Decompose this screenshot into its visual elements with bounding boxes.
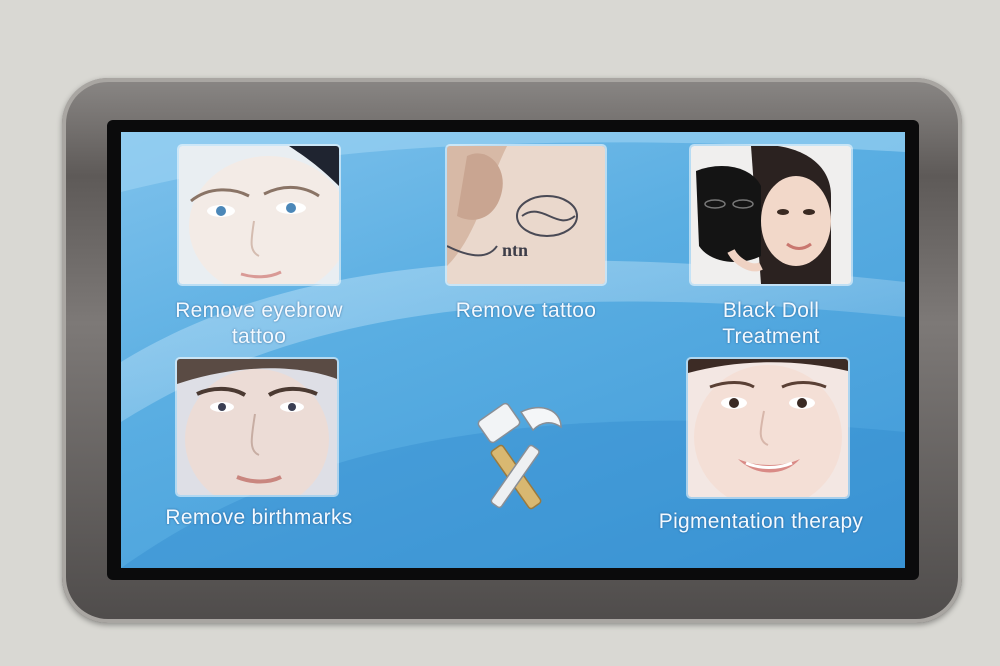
- menu-item-pigmentation-therapy[interactable]: Pigmentation therapy: [626, 359, 901, 544]
- face-photo: [177, 359, 337, 495]
- menu-item-label: Remove tattoo: [455, 299, 597, 322]
- device-panel: Remove eyebrow tattoo ntn Remove tattoo: [62, 78, 962, 623]
- eye-face-photo: [179, 146, 339, 284]
- menu-item-remove-eyebrow-tattoo[interactable]: Remove eyebrow tattoo: [149, 146, 342, 356]
- black-mask-photo: [691, 146, 851, 284]
- menu-item-label: Remove eyebrow tattoo: [175, 299, 343, 348]
- touch-screen: Remove eyebrow tattoo ntn Remove tattoo: [121, 132, 905, 568]
- menu-item-remove-birthmarks[interactable]: Remove birthmarks: [139, 359, 389, 539]
- tools-icon[interactable]: [461, 402, 571, 512]
- smiling-face-photo: [688, 359, 848, 497]
- menu-item-black-doll-treatment[interactable]: Black Doll Treatment: [681, 146, 881, 356]
- menu-item-label: Remove birthmarks: [165, 506, 353, 529]
- menu-item-label: Black Doll Treatment: [722, 299, 820, 348]
- svg-text:ntn: ntn: [502, 240, 528, 260]
- tattooed-arm-photo: ntn: [447, 146, 605, 284]
- menu-item-remove-tattoo[interactable]: ntn Remove tattoo: [421, 146, 621, 326]
- menu-item-label: Pigmentation therapy: [658, 510, 864, 533]
- screen-bezel: Remove eyebrow tattoo ntn Remove tattoo: [107, 120, 919, 580]
